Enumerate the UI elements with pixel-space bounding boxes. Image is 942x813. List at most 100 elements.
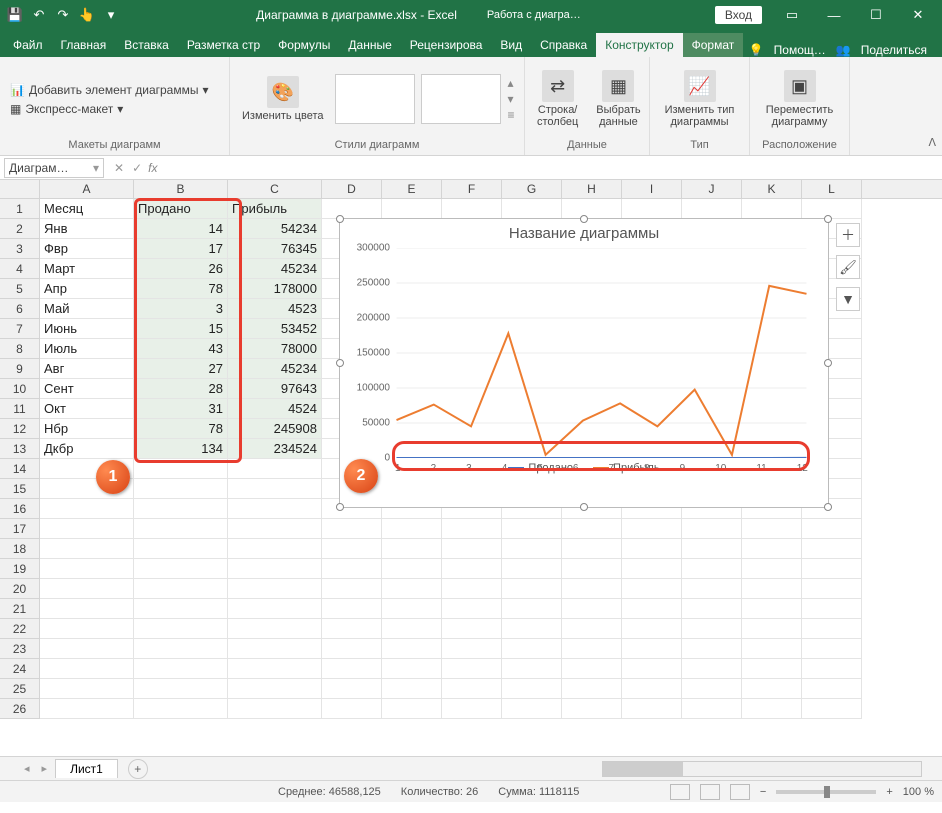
cell[interactable]: Окт bbox=[40, 399, 134, 419]
cell[interactable] bbox=[502, 519, 562, 539]
col-header-l[interactable]: L bbox=[802, 180, 862, 198]
row-header[interactable]: 19 bbox=[0, 559, 40, 579]
cell[interactable] bbox=[40, 659, 134, 679]
cell[interactable] bbox=[382, 519, 442, 539]
cell[interactable] bbox=[40, 599, 134, 619]
row-header[interactable]: 22 bbox=[0, 619, 40, 639]
minimize-icon[interactable]: — bbox=[814, 1, 854, 29]
col-header-i[interactable]: I bbox=[622, 180, 682, 198]
cell[interactable] bbox=[134, 659, 228, 679]
cell[interactable] bbox=[502, 579, 562, 599]
cell[interactable] bbox=[442, 579, 502, 599]
cell[interactable] bbox=[322, 199, 382, 219]
row-header[interactable]: 8 bbox=[0, 339, 40, 359]
cell[interactable] bbox=[442, 619, 502, 639]
cell[interactable] bbox=[562, 539, 622, 559]
cell[interactable] bbox=[442, 519, 502, 539]
share-button[interactable]: Поделиться bbox=[861, 43, 927, 57]
tab-formulas[interactable]: Формулы bbox=[269, 33, 339, 57]
row-header[interactable]: 25 bbox=[0, 679, 40, 699]
row-header[interactable]: 20 bbox=[0, 579, 40, 599]
worksheet[interactable]: A B C D E F G H I J K L 1 Месяц Продано … bbox=[0, 180, 942, 756]
zoom-slider[interactable] bbox=[776, 790, 876, 794]
cancel-formula-icon[interactable]: ✕ bbox=[114, 161, 124, 175]
cell[interactable] bbox=[562, 559, 622, 579]
redo-icon[interactable]: ↷ bbox=[52, 4, 74, 26]
chart-resize-handle[interactable] bbox=[336, 359, 344, 367]
qat-dropdown-icon[interactable]: ▾ bbox=[100, 4, 122, 26]
tab-file[interactable]: Файл bbox=[4, 33, 52, 57]
switch-row-col-button[interactable]: ⇄Строка/столбец bbox=[531, 68, 584, 130]
cell[interactable] bbox=[322, 699, 382, 719]
cell[interactable] bbox=[622, 559, 682, 579]
cell[interactable] bbox=[134, 639, 228, 659]
cell[interactable] bbox=[40, 579, 134, 599]
cell[interactable]: 26 bbox=[134, 259, 228, 279]
cell[interactable] bbox=[682, 599, 742, 619]
cell[interactable]: 4524 bbox=[228, 399, 322, 419]
embedded-chart[interactable]: ＋ 🖌 ▼ Название диаграммы 050000100000150… bbox=[339, 218, 829, 508]
cell[interactable] bbox=[562, 679, 622, 699]
cell[interactable] bbox=[322, 559, 382, 579]
cell[interactable] bbox=[502, 559, 562, 579]
chart-resize-handle[interactable] bbox=[580, 215, 588, 223]
chart-resize-handle[interactable] bbox=[336, 503, 344, 511]
cell[interactable]: Продано bbox=[134, 199, 228, 219]
cell[interactable] bbox=[502, 619, 562, 639]
cell[interactable]: 134 bbox=[134, 439, 228, 459]
cell[interactable] bbox=[802, 579, 862, 599]
tab-help[interactable]: Справка bbox=[531, 33, 596, 57]
add-sheet-button[interactable]: + bbox=[128, 759, 148, 779]
cell[interactable]: 178000 bbox=[228, 279, 322, 299]
cell[interactable] bbox=[622, 539, 682, 559]
cell[interactable] bbox=[228, 499, 322, 519]
cell[interactable] bbox=[562, 519, 622, 539]
cell[interactable] bbox=[382, 199, 442, 219]
cell[interactable] bbox=[442, 659, 502, 679]
col-header-j[interactable]: J bbox=[682, 180, 742, 198]
row-header[interactable]: 26 bbox=[0, 699, 40, 719]
cell[interactable] bbox=[40, 539, 134, 559]
close-icon[interactable]: ✕ bbox=[898, 1, 938, 29]
cell[interactable] bbox=[322, 579, 382, 599]
cell[interactable] bbox=[682, 539, 742, 559]
cell[interactable]: 54234 bbox=[228, 219, 322, 239]
zoom-thumb[interactable] bbox=[824, 786, 830, 798]
cell[interactable] bbox=[562, 659, 622, 679]
cell[interactable] bbox=[802, 539, 862, 559]
cell[interactable]: 245908 bbox=[228, 419, 322, 439]
cell[interactable] bbox=[228, 539, 322, 559]
cell[interactable] bbox=[622, 639, 682, 659]
zoom-out-icon[interactable]: − bbox=[760, 786, 766, 798]
cell[interactable] bbox=[228, 679, 322, 699]
name-box[interactable]: Диаграм…▾ bbox=[4, 158, 104, 178]
cell[interactable] bbox=[322, 619, 382, 639]
row-header[interactable]: 23 bbox=[0, 639, 40, 659]
horizontal-scrollbar[interactable] bbox=[602, 761, 922, 777]
row-header[interactable]: 1 bbox=[0, 199, 40, 219]
cell[interactable] bbox=[382, 559, 442, 579]
cell[interactable] bbox=[228, 479, 322, 499]
cell[interactable] bbox=[742, 519, 802, 539]
cell[interactable] bbox=[742, 579, 802, 599]
row-header[interactable]: 7 bbox=[0, 319, 40, 339]
cell[interactable] bbox=[134, 699, 228, 719]
chart-plot-area[interactable]: 050000100000150000200000250000300000 123… bbox=[395, 248, 808, 458]
chart-resize-handle[interactable] bbox=[336, 215, 344, 223]
cell[interactable]: 3 bbox=[134, 299, 228, 319]
col-header-d[interactable]: D bbox=[322, 180, 382, 198]
cell[interactable]: Апр bbox=[40, 279, 134, 299]
change-colors-button[interactable]: 🎨Изменить цвета bbox=[236, 74, 329, 124]
cell[interactable] bbox=[134, 479, 228, 499]
row-header[interactable]: 6 bbox=[0, 299, 40, 319]
cell[interactable] bbox=[502, 539, 562, 559]
cell[interactable]: 45234 bbox=[228, 259, 322, 279]
cell[interactable]: 31 bbox=[134, 399, 228, 419]
cell[interactable] bbox=[502, 639, 562, 659]
cell[interactable]: Авг bbox=[40, 359, 134, 379]
cell[interactable]: 78 bbox=[134, 419, 228, 439]
chart-resize-handle[interactable] bbox=[824, 215, 832, 223]
cell[interactable]: 234524 bbox=[228, 439, 322, 459]
cell[interactable] bbox=[802, 559, 862, 579]
cell[interactable] bbox=[802, 519, 862, 539]
